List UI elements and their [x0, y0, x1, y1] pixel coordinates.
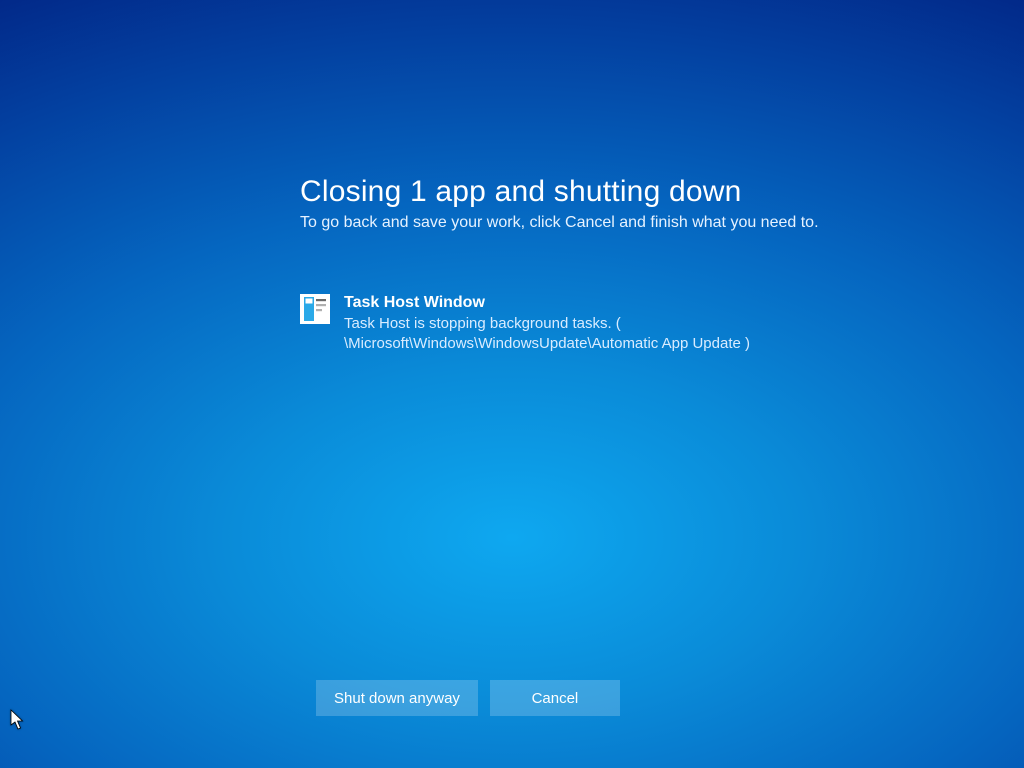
- blocking-app-row: Task Host Window Task Host is stopping b…: [300, 294, 860, 355]
- shutdown-content: Closing 1 app and shutting down To go ba…: [300, 175, 860, 354]
- blocking-app-name: Task Host Window: [344, 294, 860, 312]
- page-subtitle: To go back and save your work, click Can…: [300, 213, 860, 234]
- blocking-app-desc: Task Host is stopping background tasks. …: [344, 314, 774, 355]
- task-host-icon: [300, 294, 330, 324]
- page-title: Closing 1 app and shutting down: [300, 175, 860, 209]
- cursor-icon: [10, 709, 26, 731]
- cancel-button[interactable]: Cancel: [490, 680, 620, 716]
- shut-down-anyway-button[interactable]: Shut down anyway: [316, 680, 478, 716]
- blocking-app-text: Task Host Window Task Host is stopping b…: [344, 294, 860, 355]
- action-buttons: Shut down anyway Cancel: [316, 680, 620, 716]
